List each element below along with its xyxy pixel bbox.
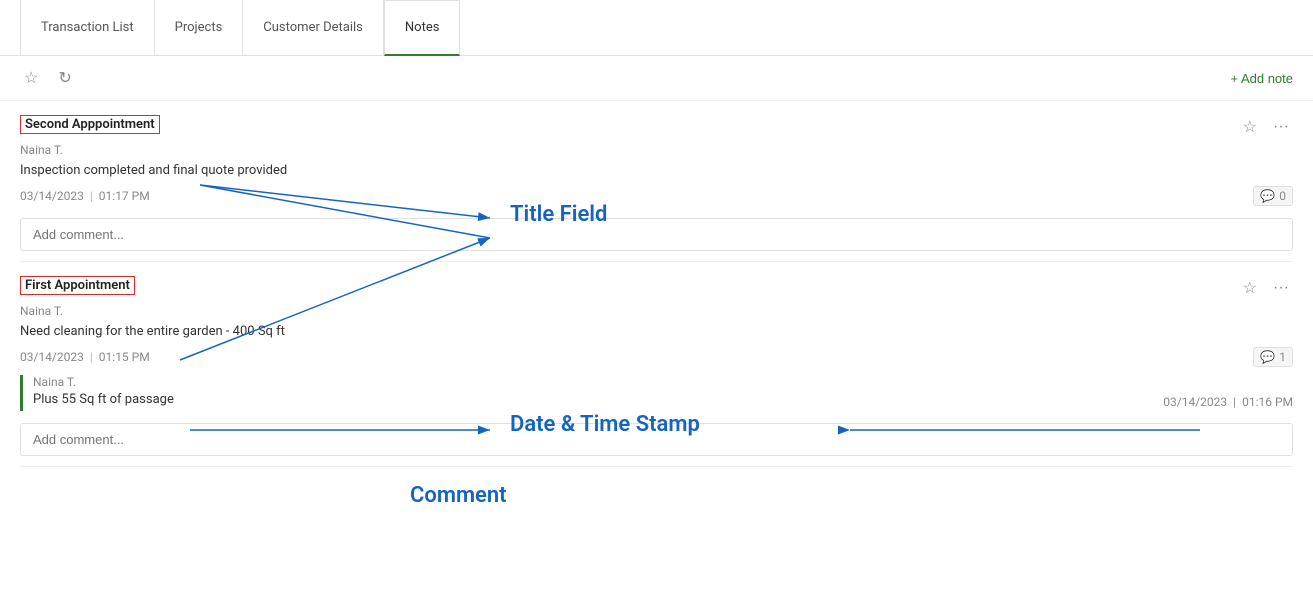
note-2-time: 01:15 PM (99, 350, 150, 364)
comment-thread-1: Naina T. Plus 55 Sq ft of passage 03/14/… (20, 375, 1293, 411)
note-1-add-comment-input[interactable] (20, 218, 1293, 251)
note-1-comment-icon: 💬 (1260, 189, 1275, 203)
note-2-footer: 03/14/2023 | 01:15 PM 💬 1 (20, 347, 1293, 367)
comment-1-meta: Plus 55 Sq ft of passage 03/14/2023 | 01… (33, 392, 1293, 411)
note-2-star-icon[interactable]: ☆ (1239, 276, 1261, 300)
note-1-count-value: 0 (1279, 189, 1286, 203)
note-2-add-comment-input[interactable] (20, 423, 1293, 456)
note-1-author: Naina T. (20, 143, 1293, 157)
note-2-comment-count: 💬 1 (1253, 347, 1293, 367)
note-2-actions: ☆ ··· (1239, 276, 1293, 300)
note-2-body: Need cleaning for the entire garden - 40… (20, 324, 1293, 339)
note-1-footer: 03/14/2023 | 01:17 PM 💬 0 (20, 186, 1293, 206)
comment-1-body: Plus 55 Sq ft of passage (33, 392, 174, 407)
tab-transaction-list[interactable]: Transaction List (20, 0, 155, 56)
note-card-1: Second Apppointment ☆ ··· Naina T. Inspe… (20, 101, 1293, 262)
note-card-2: First Appointment ☆ ··· Naina T. Need cl… (20, 262, 1293, 467)
note-2-date: 03/14/2023 (20, 350, 84, 364)
note-2-more-icon[interactable]: ··· (1269, 277, 1293, 299)
toolbar-left: ☆ ↻ (20, 66, 76, 90)
toolbar: ☆ ↻ + Add note (0, 56, 1313, 101)
notes-container: Second Apppointment ☆ ··· Naina T. Inspe… (0, 101, 1313, 487)
comment-1-sep: | (1233, 395, 1236, 409)
note-2-title: First Appointment (20, 276, 135, 295)
tabs-bar: Transaction List Projects Customer Detai… (0, 0, 1313, 56)
note-1-star-icon[interactable]: ☆ (1239, 115, 1261, 139)
comment-1-date: 03/14/2023 (1163, 395, 1227, 409)
note-2-timestamp: 03/14/2023 | 01:15 PM (20, 350, 150, 364)
tab-customer-details[interactable]: Customer Details (243, 0, 384, 56)
comment-1-author: Naina T. (33, 375, 1293, 389)
comment-1-time: 01:16 PM (1242, 395, 1293, 409)
note-2-header: First Appointment ☆ ··· (20, 276, 1293, 300)
note-1-timestamp: 03/14/2023 | 01:17 PM (20, 189, 150, 203)
star-icon-toolbar[interactable]: ☆ (20, 66, 42, 90)
note-1-sep: | (90, 189, 93, 203)
note-2-sep: | (90, 350, 93, 364)
note-1-comment-count: 💬 0 (1253, 186, 1293, 206)
note-1-body: Inspection completed and final quote pro… (20, 163, 1293, 178)
note-2-author: Naina T. (20, 304, 1293, 318)
note-1-date: 03/14/2023 (20, 189, 84, 203)
note-1-title: Second Apppointment (20, 115, 160, 134)
refresh-icon-toolbar[interactable]: ↻ (54, 66, 75, 90)
note-1-header: Second Apppointment ☆ ··· (20, 115, 1293, 139)
note-2-count-value: 1 (1279, 350, 1286, 364)
note-1-actions: ☆ ··· (1239, 115, 1293, 139)
tab-notes[interactable]: Notes (384, 0, 461, 56)
comment-1-timestamp: 03/14/2023 | 01:16 PM (1163, 395, 1293, 409)
note-2-comment-icon: 💬 (1260, 350, 1275, 364)
tab-projects[interactable]: Projects (155, 0, 244, 56)
note-1-time: 01:17 PM (99, 189, 150, 203)
note-1-more-icon[interactable]: ··· (1269, 116, 1293, 138)
add-note-button[interactable]: + Add note (1230, 71, 1293, 86)
